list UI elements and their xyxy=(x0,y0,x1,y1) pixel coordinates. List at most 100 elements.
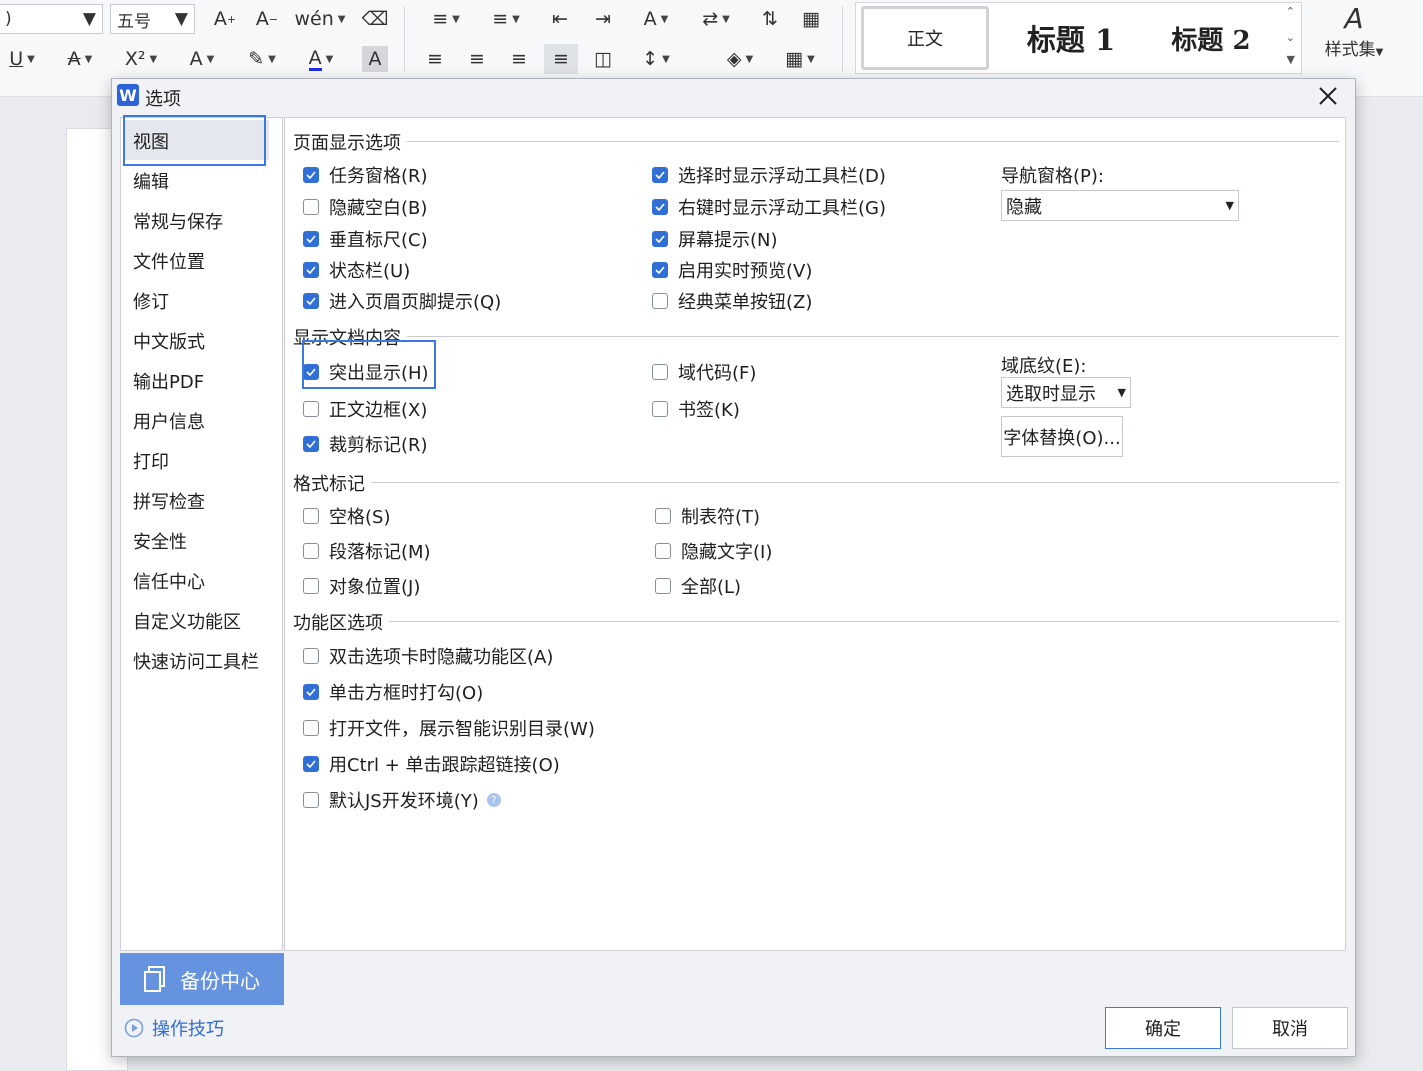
font-substitution-button[interactable]: 字体替换(O)... xyxy=(1001,416,1123,457)
sidebar-item-file-location[interactable]: 文件位置 xyxy=(133,250,205,276)
field-shading-label: 域底纹(E): xyxy=(1001,356,1087,377)
checkbox-classic-menu[interactable]: 经典菜单按钮(Z) xyxy=(652,288,812,314)
close-button[interactable] xyxy=(1313,81,1343,111)
checkbox-screen-tips[interactable]: 屏幕提示(N) xyxy=(652,226,778,252)
font-size-value: 五号 xyxy=(117,11,151,32)
text-direction-icon[interactable]: A ▼ xyxy=(632,4,680,34)
section-divider xyxy=(403,141,1339,142)
ok-button[interactable]: 确定 xyxy=(1105,1007,1221,1049)
font-color-icon[interactable]: A ▼ xyxy=(298,44,344,74)
checkbox-crop-marks[interactable]: 裁剪标记(R) xyxy=(303,431,428,457)
line-break-icon[interactable]: ⇄ ▼ xyxy=(694,4,738,34)
checkbox-unchecked-icon xyxy=(303,648,319,664)
align-center-icon[interactable]: ≡ xyxy=(462,44,492,74)
line-spacing-icon[interactable]: ↕ ▼ xyxy=(632,44,680,74)
checkbox-paragraph-marks[interactable]: 段落标记(M) xyxy=(303,538,431,564)
checkbox-dblclick-hide-ribbon[interactable]: 双击选项卡时隐藏功能区(A) xyxy=(303,643,553,669)
decrease-indent-icon[interactable]: ⇤ xyxy=(545,4,575,34)
checkbox-label: 右键时显示浮动工具栏(G) xyxy=(678,198,886,219)
highlight-color-icon[interactable]: ✎ ▼ xyxy=(240,44,284,74)
gallery-expand-icon[interactable]: ▼ xyxy=(1287,53,1295,66)
sidebar-item-export-pdf[interactable]: 输出PDF xyxy=(133,370,204,396)
field-shading-select[interactable]: 选取时显示 ▼ xyxy=(1001,377,1131,408)
sidebar-item-user-info[interactable]: 用户信息 xyxy=(133,410,205,436)
sidebar-item-chinese-layout[interactable]: 中文版式 xyxy=(133,330,205,356)
checkbox-label: 垂直标尺(C) xyxy=(329,230,428,251)
help-icon[interactable]: ? xyxy=(486,793,501,807)
sort-icon[interactable]: ⇅ xyxy=(755,4,785,34)
clear-format-icon[interactable]: ⌫ xyxy=(360,4,390,34)
phonetic-guide-icon[interactable]: wén ▼ xyxy=(295,4,346,34)
cancel-button[interactable]: 取消 xyxy=(1232,1007,1348,1049)
checkbox-smart-toc[interactable]: 打开文件，展示智能识别目录(W) xyxy=(303,715,595,741)
shrink-font-icon[interactable]: A − xyxy=(252,4,282,34)
checkbox-bookmarks[interactable]: 书签(K) xyxy=(652,396,740,422)
style-heading-2[interactable]: 标题 2 xyxy=(1151,6,1271,70)
checkbox-tab-chars[interactable]: 制表符(T) xyxy=(655,503,760,529)
align-right-icon[interactable]: ≡ xyxy=(504,44,534,74)
checkbox-checked-icon xyxy=(652,231,668,247)
close-icon xyxy=(1319,87,1337,105)
checkbox-js-dev-env[interactable]: 默认JS开发环境(Y)? xyxy=(303,787,501,813)
checkbox-status-bar[interactable]: 状态栏(U) xyxy=(303,257,410,283)
checkbox-ctrl-click-link[interactable]: 用Ctrl + 单击跟踪超链接(O) xyxy=(303,751,560,777)
sidebar-item-revision[interactable]: 修订 xyxy=(133,290,169,316)
font-name-select[interactable]: ) ▼ xyxy=(0,4,103,34)
checkbox-float-toolbar-select[interactable]: 选择时显示浮动工具栏(D) xyxy=(652,162,886,188)
justify-icon[interactable]: ≡ xyxy=(544,44,578,74)
sidebar-item-security[interactable]: 安全性 xyxy=(133,530,187,556)
shading-icon[interactable]: ◈ ▼ xyxy=(718,44,762,74)
backup-center-button[interactable]: 备份中心 xyxy=(120,953,284,1005)
sidebar-item-print[interactable]: 打印 xyxy=(133,450,169,476)
checkbox-vertical-ruler[interactable]: 垂直标尺(C) xyxy=(303,226,428,252)
text-effect-icon[interactable]: A ▼ xyxy=(180,44,224,74)
checkbox-object-anchors[interactable]: 对象位置(J) xyxy=(303,573,420,599)
nav-pane-select[interactable]: 隐藏 ▼ xyxy=(1001,190,1239,221)
checkbox-all-marks[interactable]: 全部(L) xyxy=(655,573,741,599)
gallery-up-icon[interactable]: ⌃ xyxy=(1286,5,1295,18)
checkbox-task-pane[interactable]: 任务窗格(R) xyxy=(303,162,428,188)
checkbox-field-codes[interactable]: 域代码(F) xyxy=(652,359,756,385)
nav-pane-label: 导航窗格(P): xyxy=(1001,166,1104,187)
style-set-button[interactable]: A 样式集▼ xyxy=(1314,2,1394,74)
distribute-icon[interactable]: ◫ xyxy=(588,44,618,74)
dialog-titlebar[interactable]: W 选项 xyxy=(112,79,1355,113)
sidebar-item-customize-ribbon[interactable]: 自定义功能区 xyxy=(133,610,241,636)
tips-link[interactable]: 操作技巧 xyxy=(124,1015,224,1041)
checkbox-label: 启用实时预览(V) xyxy=(678,261,813,282)
checkbox-text-boundaries[interactable]: 正文边框(X) xyxy=(303,396,427,422)
dropdown-arrow-icon: ▼ xyxy=(1117,386,1126,399)
sidebar-item-edit[interactable]: 编辑 xyxy=(133,170,169,196)
show-marks-icon[interactable]: ▦ xyxy=(796,4,826,34)
checkbox-float-toolbar-rightclick[interactable]: 右键时显示浮动工具栏(G) xyxy=(652,194,886,220)
sidebar-item-quick-access[interactable]: 快速访问工具栏 xyxy=(133,650,259,676)
options-content-panel: 页面显示选项 任务窗格(R) 隐藏空白(B) 垂直标尺(C) 状态栏(U) 进入… xyxy=(284,117,1346,951)
checkbox-live-preview[interactable]: 启用实时预览(V) xyxy=(652,257,812,283)
checkbox-label: 双击选项卡时隐藏功能区(A) xyxy=(329,647,554,668)
checkbox-click-to-check[interactable]: 单击方框时打勾(O) xyxy=(303,679,483,705)
checkbox-checked-icon xyxy=(303,262,319,278)
superscript-icon[interactable]: X² ▼ xyxy=(118,44,164,74)
checkbox-header-footer-tip[interactable]: 进入页眉页脚提示(Q) xyxy=(303,288,501,314)
checkbox-hide-whitespace[interactable]: 隐藏空白(B) xyxy=(303,194,427,220)
checkbox-checked-icon xyxy=(652,262,668,278)
style-normal[interactable]: 正文 xyxy=(861,6,989,70)
numbering-icon[interactable]: ≡ ▼ xyxy=(482,4,530,34)
bullets-icon[interactable]: ≡ ▼ xyxy=(422,4,470,34)
increase-indent-icon[interactable]: ⇥ xyxy=(588,4,618,34)
strikethrough-icon[interactable]: A ▼ xyxy=(58,44,102,74)
grow-font-icon[interactable]: A + xyxy=(210,4,240,34)
sidebar-item-trust-center[interactable]: 信任中心 xyxy=(133,570,205,596)
borders-icon[interactable]: ▦ ▼ xyxy=(778,44,822,74)
underline-icon[interactable]: U ▼ xyxy=(0,44,44,74)
font-size-select[interactable]: 五号 ▼ xyxy=(110,4,195,34)
char-shading-icon[interactable]: A xyxy=(362,46,388,72)
align-left-icon[interactable]: ≡ xyxy=(420,44,450,74)
gallery-down-icon[interactable]: ⌄ xyxy=(1286,31,1295,44)
checkbox-spaces[interactable]: 空格(S) xyxy=(303,503,390,529)
checkbox-label: 用Ctrl + 单击跟踪超链接(O) xyxy=(329,755,560,776)
sidebar-item-spelling[interactable]: 拼写检查 xyxy=(133,490,205,516)
style-heading-1[interactable]: 标题 1 xyxy=(1006,6,1136,70)
checkbox-hidden-text[interactable]: 隐藏文字(I) xyxy=(655,538,772,564)
sidebar-item-general-save[interactable]: 常规与保存 xyxy=(133,210,223,236)
